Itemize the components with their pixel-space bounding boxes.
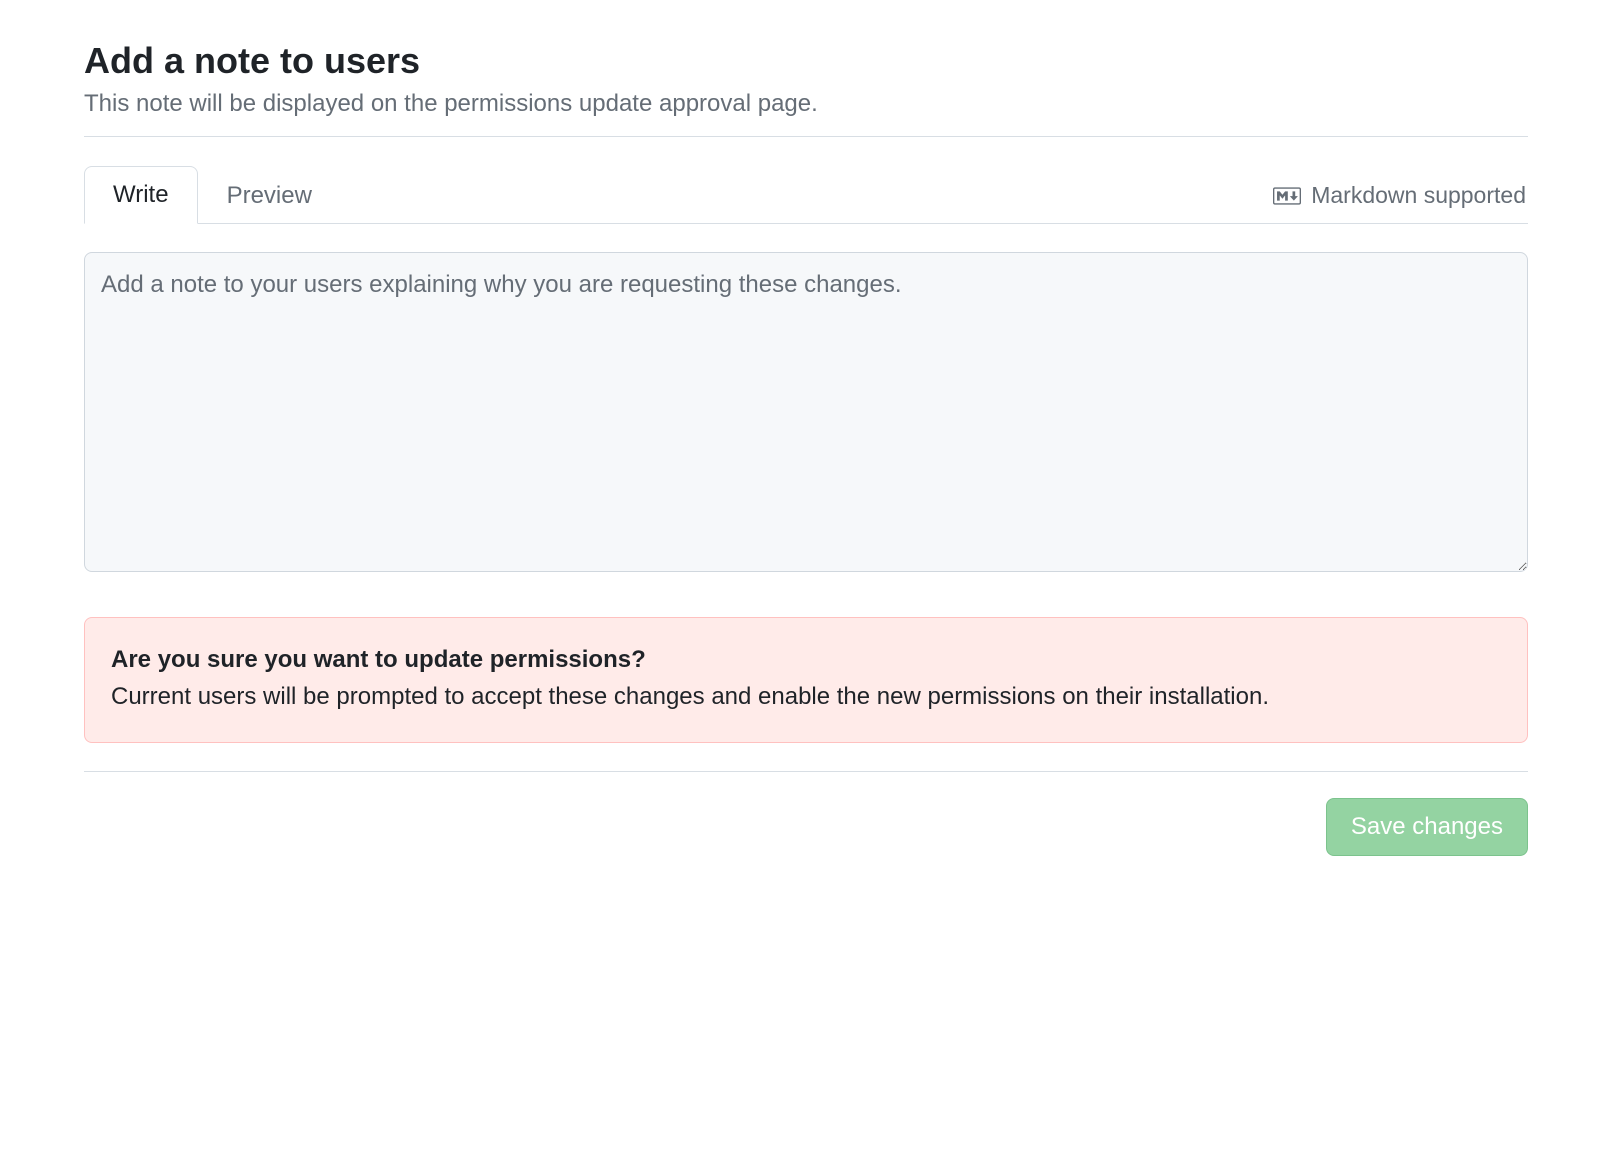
alert-box: Are you sure you want to update permissi… [84, 617, 1528, 743]
tab-bar: Write Preview Markdown supported [84, 165, 1528, 224]
markdown-icon [1273, 187, 1301, 205]
tab-preview[interactable]: Preview [198, 166, 341, 224]
alert-title: Are you sure you want to update permissi… [111, 646, 1501, 674]
footer-actions: Save changes [84, 798, 1528, 856]
note-textarea[interactable] [84, 252, 1528, 572]
tab-write[interactable]: Write [84, 166, 198, 224]
divider [84, 771, 1528, 772]
page-subtitle: This note will be displayed on the permi… [84, 90, 1528, 137]
page-title: Add a note to users [84, 40, 1528, 82]
tabs: Write Preview [84, 165, 341, 223]
markdown-support-label: Markdown supported [1311, 182, 1526, 209]
save-changes-button[interactable]: Save changes [1326, 798, 1528, 856]
markdown-support-link[interactable]: Markdown supported [1273, 182, 1528, 223]
alert-body: Current users will be prompted to accept… [111, 680, 1501, 714]
